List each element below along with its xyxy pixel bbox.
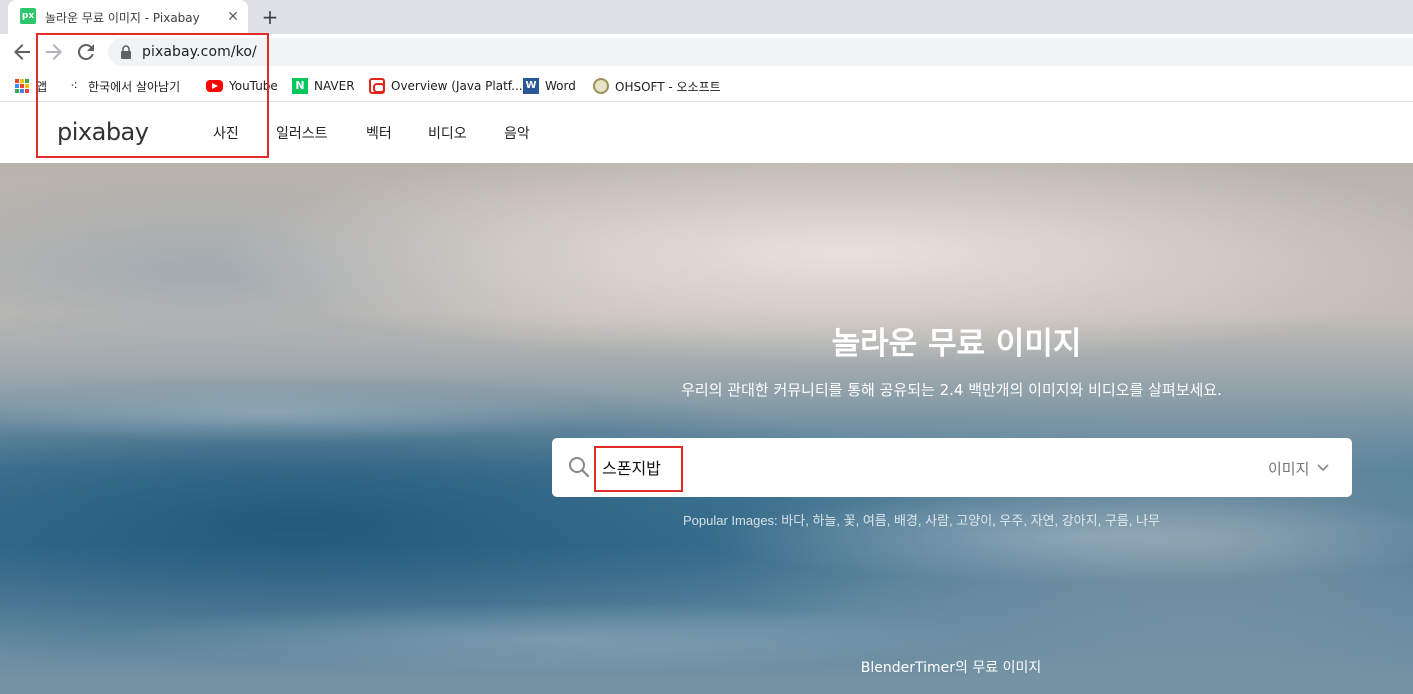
lock-icon bbox=[121, 45, 131, 59]
bookmark-label: 앱 bbox=[36, 79, 48, 94]
reload-icon bbox=[77, 43, 94, 60]
oracle-icon bbox=[369, 78, 385, 94]
url-text: pixabay.com/ko/ bbox=[142, 44, 257, 60]
popular-tag[interactable]: 바다 bbox=[781, 513, 805, 528]
popular-tag[interactable]: 고양이 bbox=[956, 513, 992, 528]
chevron-down-icon bbox=[1317, 464, 1329, 472]
popular-tags: 바다, 하늘, 꽃, 여름, 배경, 사람, 고양이, 우주, 자연, 강아지,… bbox=[781, 513, 1160, 528]
popular-tag[interactable]: 우주 bbox=[999, 513, 1023, 528]
tag-separator: , bbox=[1054, 513, 1062, 528]
nav-illustrations[interactable]: 일러스트 bbox=[276, 123, 328, 143]
apps-grid-icon bbox=[14, 78, 30, 94]
site-header: pixabay 사진 일러스트 벡터 비디오 음악 bbox=[0, 103, 1413, 163]
bookmark-youtube[interactable]: YouTube bbox=[206, 76, 278, 96]
bookmark-label: OHSOFT - 오소프트 bbox=[615, 79, 721, 94]
word-icon: W bbox=[523, 78, 539, 94]
hero-section: 놀라운 무료 이미지 우리의 관대한 커뮤니티를 통해 공유되는 2.4 백만개… bbox=[0, 163, 1413, 694]
tag-separator: , bbox=[836, 513, 844, 528]
popular-tag[interactable]: 나무 bbox=[1136, 513, 1160, 528]
bookmark-naver[interactable]: N NAVER bbox=[292, 76, 355, 96]
search-icon[interactable] bbox=[568, 456, 590, 478]
arrow-left-icon bbox=[14, 44, 30, 60]
arrow-right-icon bbox=[46, 44, 62, 60]
tag-separator: , bbox=[855, 513, 863, 528]
pixabay-logo[interactable]: pixabay bbox=[57, 118, 149, 146]
hero-subtitle: 우리의 관대한 커뮤니티를 통해 공유되는 2.4 백만개의 이미지와 비디오를… bbox=[681, 381, 1222, 399]
popular-tag[interactable]: 자연 bbox=[1031, 513, 1055, 528]
popular-images: Popular Images: 바다, 하늘, 꽃, 여름, 배경, 사람, 고… bbox=[683, 510, 1160, 529]
reload-button[interactable] bbox=[74, 40, 98, 64]
popular-tag[interactable]: 여름 bbox=[863, 513, 887, 528]
close-tab-icon[interactable]: ✕ bbox=[224, 8, 242, 26]
youtube-icon bbox=[206, 80, 223, 92]
tag-separator: , bbox=[1023, 513, 1031, 528]
new-tab-button[interactable]: + bbox=[259, 6, 281, 28]
media-type-label: 이미지 bbox=[1268, 459, 1310, 478]
pixabay-favicon-icon: px bbox=[20, 8, 36, 24]
bookmark-label: Word bbox=[545, 79, 576, 93]
bookmark-korea[interactable]: ⁖ 한국에서 살아남기 bbox=[66, 76, 180, 96]
nav-videos[interactable]: 비디오 bbox=[428, 123, 467, 143]
tag-separator: , bbox=[1097, 513, 1105, 528]
hero-title: 놀라운 무료 이미지 bbox=[831, 326, 1082, 362]
browser-tab-strip: px 놀라운 무료 이미지 - Pixabay ✕ + bbox=[0, 0, 1413, 34]
naver-icon: N bbox=[292, 78, 308, 94]
address-bar[interactable]: pixabay.com/ko/ bbox=[108, 38, 1413, 66]
forward-button[interactable] bbox=[42, 40, 66, 64]
bookmark-ohsoft[interactable]: OHSOFT - 오소프트 bbox=[593, 76, 721, 96]
popular-tag[interactable]: 꽃 bbox=[844, 513, 856, 528]
nav-photos[interactable]: 사진 bbox=[213, 123, 239, 143]
search-bar: 이미지 bbox=[552, 438, 1352, 497]
popular-tag[interactable]: 사람 bbox=[925, 513, 949, 528]
tab-title: 놀라운 무료 이미지 - Pixabay bbox=[45, 11, 200, 25]
popular-tag[interactable]: 배경 bbox=[894, 513, 918, 528]
nav-vectors[interactable]: 벡터 bbox=[366, 123, 392, 143]
browser-toolbar: pixabay.com/ko/ bbox=[0, 34, 1413, 70]
bookmark-label: 한국에서 살아남기 bbox=[88, 79, 181, 94]
image-credit[interactable]: BlenderTimer의 무료 이미지 bbox=[0, 657, 1413, 677]
bookmark-label: Overview (Java Platf... bbox=[391, 79, 523, 93]
wave-highlight bbox=[700, 493, 1413, 583]
tag-separator: , bbox=[1128, 513, 1136, 528]
back-button[interactable] bbox=[10, 40, 34, 64]
bookmark-label: YouTube bbox=[229, 79, 278, 93]
search-input[interactable] bbox=[602, 452, 1202, 482]
popular-tag[interactable]: 강아지 bbox=[1062, 513, 1098, 528]
bookmark-label: NAVER bbox=[314, 79, 355, 93]
dots-icon: ⁖ bbox=[70, 78, 78, 94]
ohsoft-icon bbox=[593, 78, 609, 94]
nav-music[interactable]: 음악 bbox=[504, 123, 530, 143]
bookmark-word[interactable]: W Word bbox=[523, 76, 576, 96]
popular-label: Popular Images: bbox=[683, 513, 778, 528]
tag-separator: , bbox=[886, 513, 894, 528]
bookmark-apps[interactable]: 앱 bbox=[14, 76, 47, 96]
popular-tag[interactable]: 구름 bbox=[1105, 513, 1129, 528]
media-type-dropdown[interactable]: 이미지 bbox=[1268, 457, 1329, 479]
browser-tab[interactable]: px 놀라운 무료 이미지 - Pixabay ✕ bbox=[8, 0, 248, 34]
bookmark-java-overview[interactable]: Overview (Java Platf... bbox=[369, 76, 523, 96]
bookmarks-bar: 앱 ⁖ 한국에서 살아남기 YouTube N NAVER Overview (… bbox=[0, 70, 1413, 102]
popular-tag[interactable]: 하늘 bbox=[812, 513, 836, 528]
